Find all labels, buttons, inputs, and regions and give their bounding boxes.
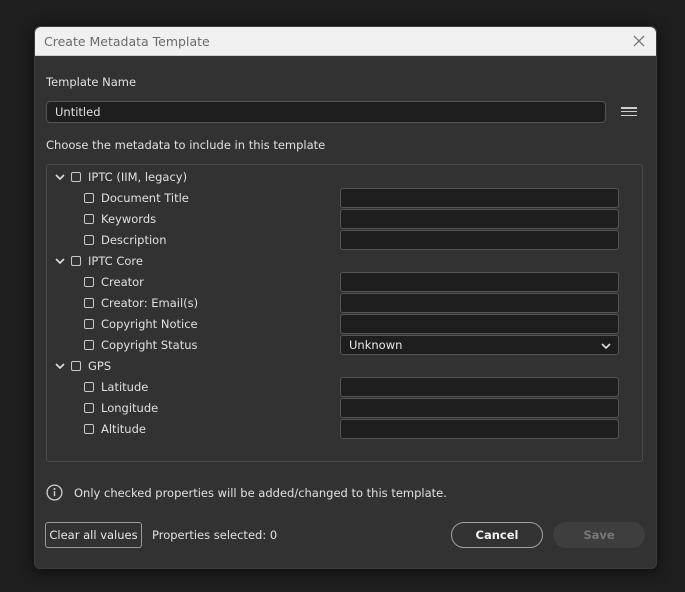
label-latitude: Latitude: [101, 380, 149, 394]
dialog-title: Create Metadata Template: [44, 34, 210, 49]
item-altitude: Altitude: [84, 419, 146, 439]
item-copyright-notice: Copyright Notice: [84, 314, 198, 334]
close-icon[interactable]: [630, 32, 648, 50]
item-creator: Creator: [84, 272, 144, 292]
label-document-title: Document Title: [101, 191, 189, 205]
item-document-title: Document Title: [84, 188, 189, 208]
checkbox-latitude[interactable]: [84, 382, 94, 392]
checkbox-document-title[interactable]: [84, 193, 94, 203]
item-copyright-status: Copyright Status: [84, 335, 198, 355]
creator-field[interactable]: [340, 272, 619, 292]
group-gps: GPS: [54, 356, 111, 376]
checkbox-iptc-core[interactable]: [71, 256, 81, 266]
item-keywords: Keywords: [84, 209, 156, 229]
checkbox-copyright-notice[interactable]: [84, 319, 94, 329]
copyright-notice-field[interactable]: [340, 314, 619, 334]
label-keywords: Keywords: [101, 212, 157, 226]
item-latitude: Latitude: [84, 377, 148, 397]
template-name-label: Template Name: [46, 75, 137, 89]
creator-email-field[interactable]: [340, 293, 619, 313]
item-longitude: Longitude: [84, 398, 158, 418]
label-creator-email: Creator: Email(s): [101, 296, 199, 310]
cancel-button[interactable]: Cancel: [451, 522, 543, 548]
chevron-down-icon[interactable]: [54, 255, 66, 267]
longitude-field[interactable]: [340, 398, 619, 418]
checkbox-altitude[interactable]: [84, 424, 94, 434]
info-message: Only checked properties will be added/ch…: [74, 486, 447, 500]
group-iptc-core: IPTC Core: [54, 251, 143, 271]
group-label-iptc-legacy: IPTC (IIM, legacy): [88, 170, 188, 184]
label-creator: Creator: [101, 275, 144, 289]
checkbox-description[interactable]: [84, 235, 94, 245]
group-label-gps: GPS: [88, 359, 112, 373]
item-description: Description: [84, 230, 167, 250]
checkbox-iptc-legacy[interactable]: [71, 172, 81, 182]
save-button[interactable]: Save: [553, 522, 645, 548]
label-longitude: Longitude: [101, 401, 159, 415]
checkbox-keywords[interactable]: [84, 214, 94, 224]
checkbox-creator-email[interactable]: [84, 298, 94, 308]
metadata-tree-panel: IPTC (IIM, legacy) Document Title Keywor…: [46, 164, 643, 462]
label-copyright-notice: Copyright Notice: [101, 317, 198, 331]
description-field[interactable]: [340, 230, 619, 250]
latitude-field[interactable]: [340, 377, 619, 397]
copyright-status-select[interactable]: Unknown: [340, 335, 619, 355]
chevron-down-icon: [601, 343, 611, 350]
label-altitude: Altitude: [101, 422, 146, 436]
choose-metadata-label: Choose the metadata to include in this t…: [46, 138, 326, 152]
keywords-field[interactable]: [340, 209, 619, 229]
copyright-status-value: Unknown: [349, 338, 403, 352]
hamburger-menu-icon[interactable]: [621, 105, 637, 119]
group-iptc-legacy: IPTC (IIM, legacy): [54, 167, 187, 187]
group-label-iptc-core: IPTC Core: [88, 254, 143, 268]
properties-selected-count: Properties selected: 0: [152, 528, 278, 542]
label-copyright-status: Copyright Status: [101, 338, 198, 352]
chevron-down-icon[interactable]: [54, 360, 66, 372]
info-icon: [46, 484, 63, 501]
chevron-down-icon[interactable]: [54, 171, 66, 183]
checkbox-gps[interactable]: [71, 361, 81, 371]
create-metadata-template-dialog: Create Metadata Template Template Name C…: [34, 26, 657, 569]
checkbox-creator[interactable]: [84, 277, 94, 287]
item-creator-email: Creator: Email(s): [84, 293, 198, 313]
clear-all-values-button[interactable]: Clear all values: [45, 522, 142, 548]
checkbox-longitude[interactable]: [84, 403, 94, 413]
altitude-field[interactable]: [340, 419, 619, 439]
dialog-titlebar: Create Metadata Template: [35, 27, 656, 56]
document-title-field[interactable]: [340, 188, 619, 208]
checkbox-copyright-status[interactable]: [84, 340, 94, 350]
label-description: Description: [101, 233, 167, 247]
template-name-input[interactable]: [46, 101, 606, 123]
